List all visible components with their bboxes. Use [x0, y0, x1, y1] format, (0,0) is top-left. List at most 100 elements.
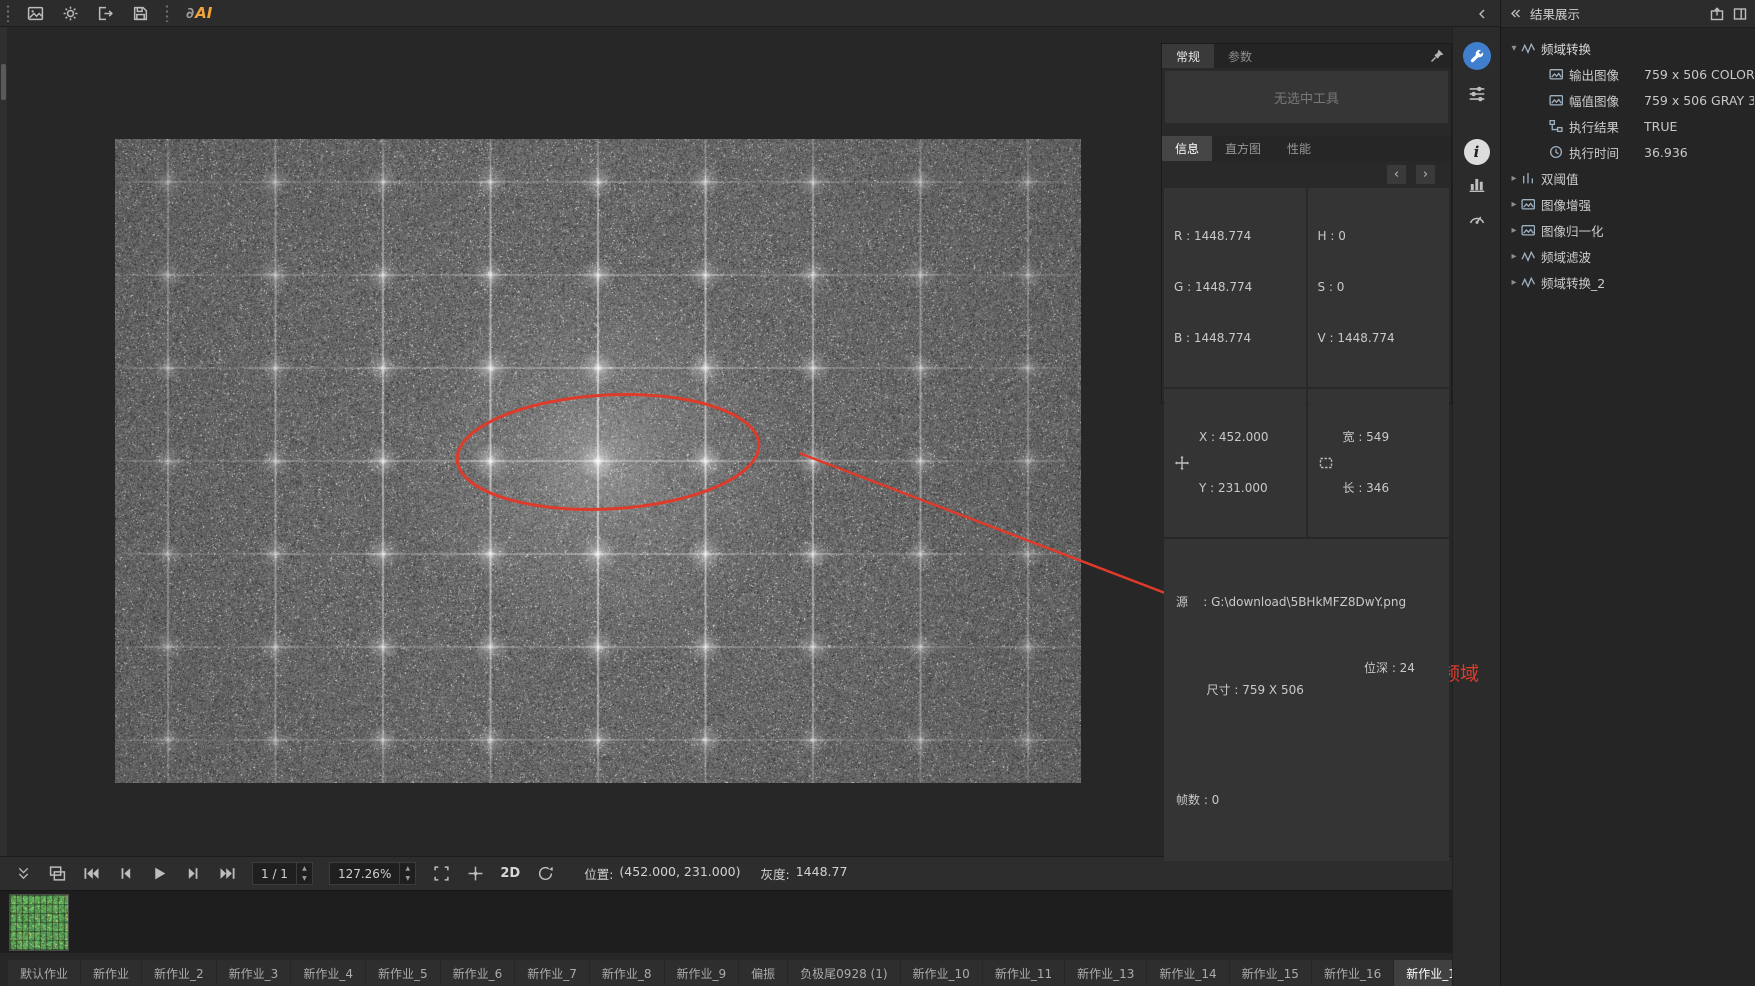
histogram-button[interactable]	[1461, 168, 1493, 200]
results-tree: ▾频域转换输出图像759 x 506 COLOR 3幅值图像759 x 506 …	[1501, 28, 1755, 295]
tree-node-label: 双阈值	[1541, 169, 1579, 188]
save-icon	[132, 5, 149, 22]
pixel-r: R : 1448.774	[1174, 228, 1296, 245]
job-tab-11[interactable]: 负极尾0928 (1)	[788, 960, 899, 986]
tree-node[interactable]: ▸ 双阈值	[1501, 165, 1755, 191]
tree-node[interactable]: ▸ 频域转换_2	[1501, 269, 1755, 295]
results-title: 结果展示	[1530, 4, 1702, 23]
tree-node[interactable]: ▸频域滤波	[1501, 243, 1755, 269]
tree-node-root[interactable]: ▾频域转换	[1501, 35, 1755, 61]
job-tab-0[interactable]: 默认作业	[8, 960, 80, 986]
chevron-down-icon[interactable]: ▾	[1507, 43, 1521, 54]
job-tab-9[interactable]: 新作业_9	[665, 960, 739, 986]
prev-page-button[interactable]: ‹	[1387, 165, 1406, 184]
job-tab-3[interactable]: 新作业_3	[217, 960, 291, 986]
job-tab-15[interactable]: 新作业_14	[1147, 960, 1228, 986]
zoom-spinbox[interactable]: 127.26% ▲▼	[329, 862, 416, 885]
last-frame-button[interactable]	[218, 865, 236, 883]
job-tab-14[interactable]: 新作业_13	[1065, 960, 1146, 986]
fit-view-button[interactable]	[432, 865, 450, 883]
tab-params[interactable]: 参数	[1214, 44, 1266, 68]
next-frame-button[interactable]	[184, 865, 202, 883]
left-panel-grip[interactable]	[1, 64, 6, 100]
double-chevron-down-icon	[16, 866, 31, 881]
frame-spinbox[interactable]: 1 / 1 ▲▼	[252, 862, 313, 885]
tree-result-row[interactable]: 执行时间36.936	[1501, 139, 1755, 165]
gauge-icon	[1468, 210, 1486, 228]
job-tab-5[interactable]: 新作业_5	[366, 960, 440, 986]
next-page-button[interactable]: ›	[1416, 165, 1435, 184]
job-tab-1[interactable]: 新作业	[81, 960, 141, 986]
chevron-right-icon[interactable]: ▸	[1507, 199, 1521, 210]
tab-histogram[interactable]: 直方图	[1212, 136, 1274, 161]
tree-result-row[interactable]: 幅值图像759 x 506 GRAY 32	[1501, 87, 1755, 113]
job-tab-13[interactable]: 新作业_11	[983, 960, 1064, 986]
job-tab-7[interactable]: 新作业_7	[515, 960, 589, 986]
tab-info[interactable]: 信息	[1162, 136, 1212, 161]
open-image-button[interactable]	[25, 3, 45, 23]
tab-performance[interactable]: 性能	[1274, 136, 1324, 161]
tree-node-label: 频域转换_2	[1541, 273, 1605, 292]
job-tab-16[interactable]: 新作业_15	[1230, 960, 1311, 986]
pixel-info-grid: R : 1448.774 G : 1448.774 B : 1448.774 H…	[1162, 188, 1451, 537]
info-nav: ‹ ›	[1162, 161, 1451, 188]
roi-width: 宽 : 549	[1343, 429, 1390, 446]
filmstrip	[0, 890, 1452, 953]
chevron-right-icon[interactable]: ▸	[1507, 173, 1521, 184]
toolbar-grip[interactable]	[6, 4, 10, 22]
chevron-right-icon[interactable]: ▸	[1507, 277, 1521, 288]
layout-panel-icon[interactable]	[1733, 7, 1747, 21]
save-button[interactable]	[130, 3, 150, 23]
tree-result-row[interactable]: 执行结果TRUE	[1501, 113, 1755, 139]
job-tab-8[interactable]: 新作业_8	[590, 960, 664, 986]
wave-icon	[1521, 249, 1535, 263]
parameters-button[interactable]	[1461, 78, 1493, 110]
tree-node[interactable]: ▸图像归一化	[1501, 217, 1755, 243]
rgb-cell: R : 1448.774 G : 1448.774 B : 1448.774	[1164, 188, 1306, 387]
info-button[interactable]: i	[1461, 136, 1493, 168]
tree-node[interactable]: ▸图像增强	[1501, 191, 1755, 217]
collapse-panel-icon[interactable]	[1509, 7, 1522, 20]
thumbnail[interactable]	[9, 894, 69, 951]
refresh-button[interactable]	[536, 865, 554, 883]
gray-label: 灰度:	[761, 864, 790, 883]
collapse-toolbar-button[interactable]	[14, 865, 32, 883]
job-tab-2[interactable]: 新作业_2	[142, 960, 216, 986]
tree-node-label: 输出图像	[1569, 65, 1619, 84]
image-meta: 源 : G:\download\5BHkMFZ8DwY.png 尺寸 : 759…	[1164, 539, 1449, 861]
center-view-button[interactable]	[466, 865, 484, 883]
tools-button[interactable]	[1461, 40, 1493, 72]
first-frame-button[interactable]	[82, 865, 100, 883]
export-icon	[97, 5, 114, 22]
frame-spin-arrows[interactable]: ▲▼	[296, 863, 312, 884]
fft-image[interactable]	[115, 139, 1081, 783]
zoom-spin-arrows[interactable]: ▲▼	[399, 863, 415, 884]
job-tab-4[interactable]: 新作业_4	[291, 960, 365, 986]
pin-button[interactable]	[1429, 48, 1445, 64]
toolbar-grip[interactable]	[165, 4, 169, 22]
tree-node-label: 幅值图像	[1569, 91, 1619, 110]
collapse-right-icon[interactable]	[1472, 4, 1492, 24]
status-readout: 位置: (452.000, 231.000) 灰度: 1448.77	[584, 864, 847, 883]
left-panel-strip	[0, 27, 7, 856]
tree-result-row[interactable]: 输出图像759 x 506 COLOR 3	[1501, 61, 1755, 87]
chevron-right-icon[interactable]: ▸	[1507, 251, 1521, 262]
settings-button[interactable]	[60, 3, 80, 23]
job-tab-17[interactable]: 新作业_16	[1312, 960, 1393, 986]
ai-logo: ∂ AI	[186, 4, 212, 22]
job-tab-12[interactable]: 新作业_10	[901, 960, 982, 986]
export-results-icon[interactable]	[1710, 7, 1724, 21]
view-mode-button[interactable]: 2D	[500, 866, 520, 881]
chevron-right-icon[interactable]: ▸	[1507, 225, 1521, 236]
job-tab-10[interactable]: 偏振	[739, 960, 787, 986]
prev-frame-button[interactable]	[116, 865, 134, 883]
tab-general[interactable]: 常规	[1162, 44, 1214, 68]
play-button[interactable]	[150, 865, 168, 883]
thumbnail-image	[10, 895, 68, 950]
compare-images-button[interactable]	[48, 865, 66, 883]
job-tab-6[interactable]: 新作业_6	[441, 960, 515, 986]
image-icon	[1549, 67, 1563, 81]
top-toolbar: ∂ AI	[0, 0, 1500, 27]
export-button[interactable]	[95, 3, 115, 23]
performance-button[interactable]	[1461, 203, 1493, 235]
